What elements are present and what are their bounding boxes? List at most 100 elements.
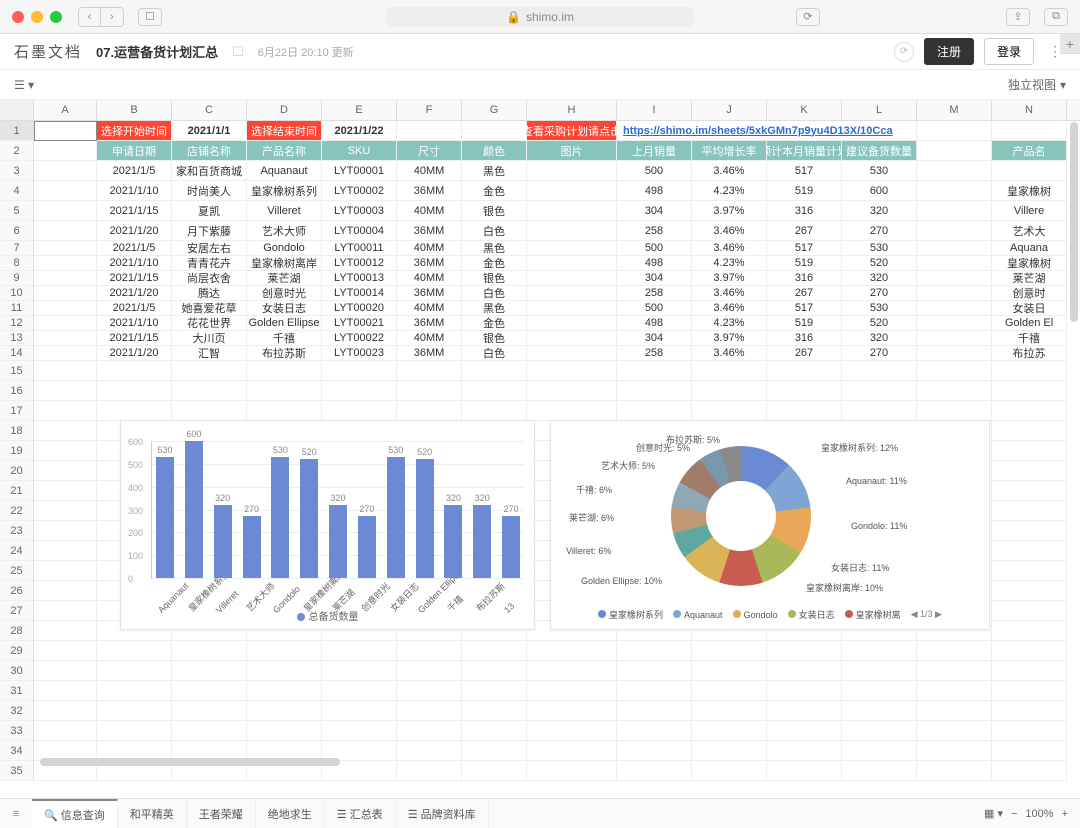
empty-cell[interactable] bbox=[322, 701, 397, 721]
reload-button[interactable]: ⟳ bbox=[796, 8, 820, 26]
col-header-I[interactable]: I bbox=[617, 100, 692, 120]
empty-cell[interactable] bbox=[527, 741, 617, 761]
data-cell[interactable]: 金色 bbox=[462, 256, 527, 271]
empty-cell[interactable] bbox=[34, 501, 97, 521]
row-header[interactable]: 34 bbox=[0, 741, 34, 761]
col-header-C[interactable]: C bbox=[172, 100, 247, 120]
empty-cell[interactable] bbox=[322, 401, 397, 421]
data-cell[interactable] bbox=[917, 286, 992, 301]
empty-cell[interactable] bbox=[34, 581, 97, 601]
empty-cell[interactable] bbox=[172, 721, 247, 741]
empty-cell[interactable] bbox=[527, 661, 617, 681]
empty-cell[interactable] bbox=[34, 421, 97, 441]
empty-cell[interactable] bbox=[397, 741, 462, 761]
empty-cell[interactable] bbox=[767, 661, 842, 681]
row-header[interactable]: 28 bbox=[0, 621, 34, 641]
data-cell[interactable]: 3.46% bbox=[692, 301, 767, 316]
view-mode-label[interactable]: 独立视图 bbox=[1008, 76, 1056, 93]
bar-chart[interactable]: 0100200300400500600 530 Aquanaut 600 皇家橡… bbox=[120, 420, 535, 630]
data-cell[interactable] bbox=[917, 271, 992, 286]
data-cell[interactable]: 2021/1/5 bbox=[97, 301, 172, 316]
row-header[interactable]: 2 bbox=[0, 141, 34, 161]
row-header[interactable]: 8 bbox=[0, 256, 34, 271]
share-button[interactable]: ⇪ bbox=[1006, 8, 1030, 26]
empty-cell[interactable] bbox=[34, 721, 97, 741]
data-cell[interactable]: 304 bbox=[617, 271, 692, 286]
data-cell[interactable]: 270 bbox=[842, 286, 917, 301]
empty-cell[interactable] bbox=[247, 701, 322, 721]
col-header-H[interactable]: H bbox=[527, 100, 617, 120]
empty-cell[interactable] bbox=[992, 721, 1067, 741]
data-cell[interactable]: 519 bbox=[767, 316, 842, 331]
data-cell[interactable]: 布拉苏 bbox=[992, 346, 1067, 361]
empty-cell[interactable] bbox=[247, 401, 322, 421]
row-header[interactable]: 29 bbox=[0, 641, 34, 661]
empty-cell[interactable] bbox=[992, 521, 1067, 541]
data-cell[interactable]: 4.23% bbox=[692, 256, 767, 271]
data-cell[interactable]: 时尚美人 bbox=[172, 181, 247, 201]
empty-cell[interactable] bbox=[692, 681, 767, 701]
empty-cell[interactable] bbox=[842, 761, 917, 781]
data-cell[interactable] bbox=[917, 316, 992, 331]
empty-cell[interactable] bbox=[692, 741, 767, 761]
empty-cell[interactable] bbox=[842, 741, 917, 761]
data-cell[interactable] bbox=[34, 221, 97, 241]
data-cell[interactable] bbox=[34, 161, 97, 181]
data-cell[interactable] bbox=[917, 181, 992, 201]
data-cell[interactable] bbox=[34, 201, 97, 221]
empty-cell[interactable] bbox=[247, 641, 322, 661]
empty-cell[interactable] bbox=[527, 761, 617, 781]
empty-cell[interactable] bbox=[462, 761, 527, 781]
row-header[interactable]: 25 bbox=[0, 561, 34, 581]
row-header[interactable]: 14 bbox=[0, 346, 34, 361]
empty-cell[interactable] bbox=[917, 641, 992, 661]
data-cell[interactable]: 艺术大师 bbox=[247, 221, 322, 241]
row-header[interactable]: 21 bbox=[0, 481, 34, 501]
data-cell[interactable] bbox=[34, 316, 97, 331]
header-cell[interactable]: 尺寸 bbox=[397, 141, 462, 161]
row-header[interactable]: 13 bbox=[0, 331, 34, 346]
empty-cell[interactable] bbox=[767, 721, 842, 741]
data-cell[interactable] bbox=[34, 301, 97, 316]
empty-cell[interactable] bbox=[172, 641, 247, 661]
empty-cell[interactable] bbox=[462, 401, 527, 421]
data-cell[interactable]: 267 bbox=[767, 286, 842, 301]
start-date-value[interactable]: 2021/1/1 bbox=[172, 121, 247, 141]
data-cell[interactable]: 白色 bbox=[462, 221, 527, 241]
data-cell[interactable]: 千禧 bbox=[992, 331, 1067, 346]
data-cell[interactable]: Aquana bbox=[992, 241, 1067, 256]
row-header[interactable]: 32 bbox=[0, 701, 34, 721]
header-cell[interactable]: 上月销量 bbox=[617, 141, 692, 161]
data-cell[interactable]: 腾达 bbox=[172, 286, 247, 301]
empty-cell[interactable] bbox=[617, 721, 692, 741]
row-header[interactable]: 6 bbox=[0, 221, 34, 241]
data-cell[interactable]: 莱芒湖 bbox=[992, 271, 1067, 286]
data-cell[interactable] bbox=[917, 161, 992, 181]
data-cell[interactable]: 创意时 bbox=[992, 286, 1067, 301]
empty-cell[interactable] bbox=[767, 361, 842, 381]
data-cell[interactable]: 500 bbox=[617, 241, 692, 256]
data-cell[interactable]: 270 bbox=[842, 346, 917, 361]
data-cell[interactable]: 银色 bbox=[462, 331, 527, 346]
data-cell[interactable]: 36MM bbox=[397, 286, 462, 301]
empty-cell[interactable] bbox=[527, 401, 617, 421]
empty-cell[interactable] bbox=[842, 701, 917, 721]
data-cell[interactable]: 黑色 bbox=[462, 301, 527, 316]
data-cell[interactable]: 2021/1/10 bbox=[97, 181, 172, 201]
empty-cell[interactable] bbox=[617, 741, 692, 761]
data-cell[interactable]: 黑色 bbox=[462, 241, 527, 256]
empty-cell[interactable] bbox=[692, 401, 767, 421]
sheet-tab[interactable]: 和平精英 bbox=[118, 799, 187, 828]
empty-cell[interactable] bbox=[97, 661, 172, 681]
col-header-F[interactable]: F bbox=[397, 100, 462, 120]
data-cell[interactable]: LYT00014 bbox=[322, 286, 397, 301]
header-cell[interactable] bbox=[917, 141, 992, 161]
empty-cell[interactable] bbox=[247, 721, 322, 741]
data-cell[interactable]: Villeret bbox=[247, 201, 322, 221]
empty-cell[interactable] bbox=[462, 681, 527, 701]
start-date-label[interactable]: 选择开始时间 bbox=[97, 121, 172, 141]
empty-cell[interactable] bbox=[97, 361, 172, 381]
empty-cell[interactable] bbox=[842, 641, 917, 661]
empty-cell[interactable] bbox=[692, 641, 767, 661]
data-cell[interactable]: 黑色 bbox=[462, 161, 527, 181]
